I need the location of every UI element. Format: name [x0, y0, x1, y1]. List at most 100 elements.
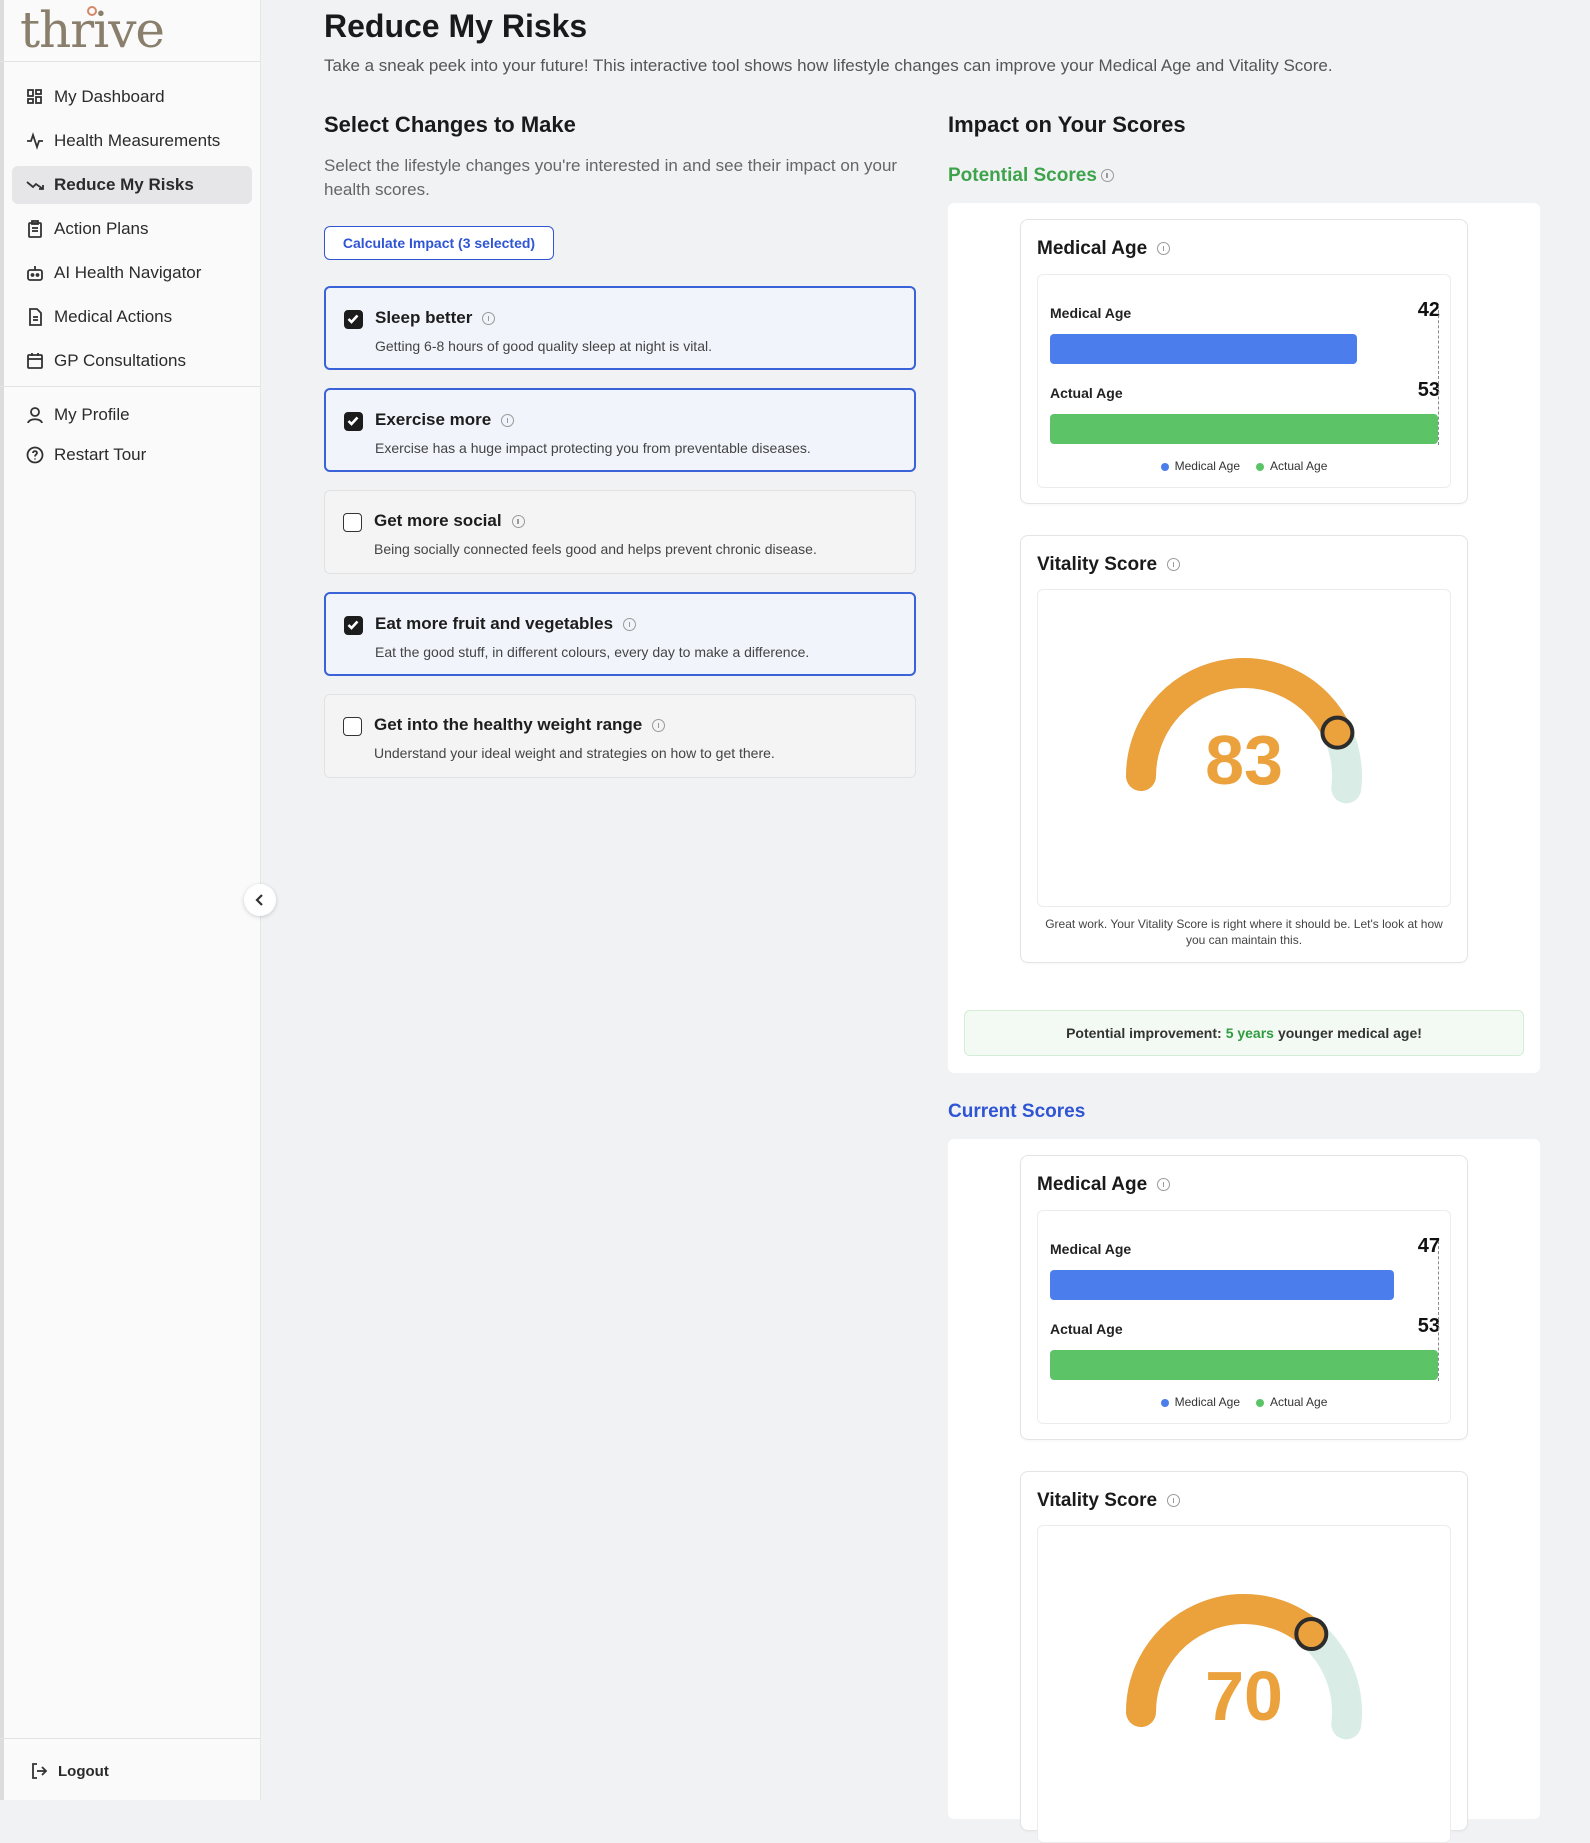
sidebar-item-label: Reduce My Risks	[54, 175, 194, 194]
sidebar-item-action-plans[interactable]: Action Plans	[12, 210, 252, 248]
vitality-gauge: 83	[1126, 658, 1362, 804]
info-icon[interactable]	[1157, 242, 1171, 256]
vitality-gauge-box: 70	[1037, 1525, 1451, 1843]
medical-age-bar	[1050, 1270, 1395, 1300]
sidebar-item-medical-actions[interactable]: Medical Actions	[12, 298, 252, 336]
sidebar-item-my-profile[interactable]: My Profile	[12, 396, 252, 434]
sidebar-item-my-dashboard[interactable]: My Dashboard	[12, 78, 252, 116]
changes-description: Select the lifestyle changes you're inte…	[324, 156, 898, 199]
sidebar-item-label: Health Measurements	[54, 131, 221, 150]
sleep-better-checkbox[interactable]	[344, 310, 363, 329]
chart-legend: Medical Age Actual Age	[1038, 1395, 1450, 1409]
dashboard-icon	[24, 86, 46, 108]
healthy-weight-checkbox[interactable]	[343, 717, 362, 736]
help-circle-icon	[24, 444, 46, 466]
info-icon[interactable]	[1167, 1494, 1181, 1508]
current-vitality-score-card: Vitality Score 70	[1020, 1471, 1468, 1843]
legend-item-actual-age: Actual Age	[1256, 459, 1327, 473]
sidebar-item-label: My Dashboard	[54, 87, 165, 106]
collapse-sidebar-button[interactable]	[244, 884, 276, 916]
sidebar-item-label: GP Consultations	[54, 351, 186, 370]
info-icon[interactable]	[511, 515, 525, 529]
page-title: Reduce My Risks	[324, 8, 588, 44]
calculate-impact-button[interactable]: Calculate Impact (3 selected)	[324, 226, 554, 260]
potential-improvement-banner: Potential improvement: 5 years younger m…	[964, 1010, 1524, 1056]
impact-heading: Impact on Your Scores	[948, 112, 1186, 137]
info-icon[interactable]	[1100, 169, 1114, 183]
chart-legend: Medical Age Actual Age	[1038, 459, 1450, 473]
check-icon	[347, 416, 359, 426]
medical-age-value: 47	[1417, 1235, 1440, 1257]
exercise-more-checkbox[interactable]	[344, 412, 363, 431]
get-more-social-checkbox[interactable]	[343, 513, 362, 532]
thrive-logo[interactable]: thrive	[20, 0, 165, 60]
sidebar-item-gp-consultations[interactable]: GP Consultations	[12, 342, 252, 380]
window-edge	[0, 0, 4, 1800]
change-title: Sleep better	[375, 308, 473, 327]
sidebar-item-health-measurements[interactable]: Health Measurements	[12, 122, 252, 160]
sidebar-item-label: Restart Tour	[54, 445, 147, 464]
activity-icon	[24, 130, 46, 152]
info-icon[interactable]	[1167, 558, 1181, 572]
medical-age-chart: Medical Age 47 Actual Age 53 Medical Age…	[1037, 1210, 1451, 1424]
sidebar-item-label: My Profile	[54, 405, 130, 424]
sidebar-item-label: Medical Actions	[54, 307, 173, 326]
actual-age-bar	[1050, 1350, 1438, 1380]
change-description: Getting 6-8 hours of good quality sleep …	[375, 338, 712, 354]
sidebar-item-reduce-my-risks[interactable]: Reduce My Risks	[12, 166, 252, 204]
logout-button[interactable]: Logout	[28, 1752, 268, 1790]
card-title: Medical Age	[1037, 238, 1148, 259]
sidebar-item-restart-tour[interactable]: Restart Tour	[12, 436, 252, 474]
medical-age-label: Medical Age	[1050, 1241, 1132, 1257]
calendar-icon	[24, 350, 46, 372]
change-title: Eat more fruit and vegetables	[375, 614, 614, 633]
change-description: Exercise has a huge impact protecting yo…	[375, 440, 811, 456]
reference-line	[1438, 1241, 1439, 1381]
reference-line	[1438, 305, 1439, 445]
user-icon	[24, 404, 46, 426]
divider	[0, 61, 260, 62]
change-card-exercise-more[interactable]: Exercise more Exercise has a huge impact…	[324, 388, 916, 472]
trending-down-icon	[24, 174, 46, 196]
legend-item-actual-age: Actual Age	[1256, 1395, 1327, 1409]
current-scores-label: Current Scores	[948, 1101, 1086, 1122]
change-title: Get more social	[374, 511, 502, 530]
eat-more-fruit-checkbox[interactable]	[344, 616, 363, 635]
potential-scores-text: Potential Scores	[948, 165, 1097, 186]
potential-medical-age-card: Medical Age Medical Age 42 Actual Age 53…	[1020, 219, 1468, 504]
actual-age-label: Actual Age	[1050, 1321, 1123, 1337]
improvement-prefix: Potential improvement:	[1066, 1025, 1222, 1041]
sidebar-item-ai-health-navigator[interactable]: AI Health Navigator	[12, 254, 252, 292]
change-description: Being socially connected feels good and …	[374, 541, 817, 557]
chevron-left-icon	[255, 894, 263, 906]
potential-scores-label: Potential Scores	[948, 165, 1114, 187]
change-card-get-more-social[interactable]: Get more social Being socially connected…	[324, 490, 916, 574]
medical-age-label: Medical Age	[1050, 305, 1132, 321]
change-title: Exercise more	[375, 410, 492, 429]
check-icon	[347, 314, 359, 324]
change-card-eat-more-fruit-and-vegetables[interactable]: Eat more fruit and vegetables Eat the go…	[324, 592, 916, 676]
bot-icon	[24, 262, 46, 284]
changes-heading: Select Changes to Make	[324, 112, 576, 137]
info-icon[interactable]	[652, 719, 666, 733]
change-card-sleep-better[interactable]: Sleep better Getting 6-8 hours of good q…	[324, 286, 916, 370]
current-medical-age-card: Medical Age Medical Age 47 Actual Age 53…	[1020, 1155, 1468, 1440]
info-icon[interactable]	[482, 312, 496, 326]
info-icon[interactable]	[623, 618, 637, 632]
actual-age-bar	[1050, 414, 1438, 444]
logout-label: Logout	[58, 1762, 109, 1780]
card-title: Vitality Score	[1037, 554, 1158, 575]
sidebar: thrive My Dashboard Health Measurements …	[0, 0, 261, 1800]
vitality-gauge-box: 83	[1037, 589, 1451, 907]
logout-icon	[28, 1760, 50, 1782]
info-icon[interactable]	[1157, 1178, 1171, 1192]
potential-vitality-score-card: Vitality Score 83 Great work. Your Vital…	[1020, 535, 1468, 963]
change-card-healthy-weight-range[interactable]: Get into the healthy weight range Unders…	[324, 694, 916, 778]
vitality-score-value: 83	[1205, 721, 1283, 799]
vitality-gauge: 70	[1126, 1594, 1362, 1740]
vitality-score-value: 70	[1205, 1657, 1283, 1735]
change-description: Eat the good stuff, in different colours…	[375, 644, 810, 660]
info-icon[interactable]	[501, 414, 515, 428]
document-icon	[24, 306, 46, 328]
card-title: Vitality Score	[1037, 1490, 1158, 1511]
